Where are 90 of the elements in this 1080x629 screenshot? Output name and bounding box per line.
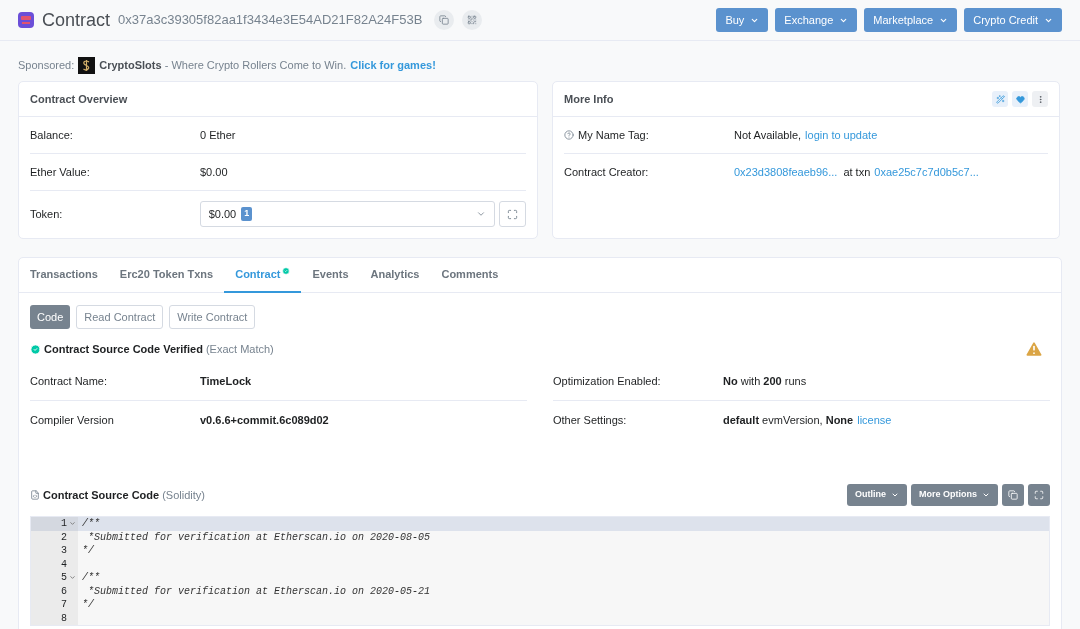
line-number: 2 xyxy=(61,530,67,544)
check-icon xyxy=(30,343,41,355)
contract-logo-icon xyxy=(18,12,34,28)
caret-icon xyxy=(891,491,899,499)
caret-icon xyxy=(476,209,487,219)
match-note: (Exact Match) xyxy=(205,341,274,357)
options-dropdown-button[interactable]: More Options xyxy=(911,484,998,506)
field-value: default evmVersion, None xyxy=(723,412,854,428)
field-label: Token: xyxy=(30,206,64,222)
login-link[interactable]: login to update xyxy=(805,126,878,144)
creator-address-link[interactable]: 0x23d3808feaeb96... xyxy=(734,164,838,181)
help-icon xyxy=(564,130,574,140)
card-title: More Info xyxy=(564,91,614,107)
menu-dropdown-button[interactable]: Crypto Credit xyxy=(964,8,1062,32)
token-count-badge: 1 xyxy=(241,207,253,221)
copy-icon xyxy=(1008,490,1018,500)
tab[interactable]: Analytics xyxy=(359,258,431,293)
code-view-tab[interactable]: Read Contract xyxy=(76,305,164,329)
code-line: /** xyxy=(81,571,100,585)
field-label: Contract Name: xyxy=(30,374,109,390)
code-view-tab[interactable]: Write Contract xyxy=(169,305,256,329)
tab[interactable]: Contract xyxy=(224,258,302,293)
options-dropdown-button[interactable]: Outline xyxy=(847,484,907,506)
source-title: Contract Source Code xyxy=(43,487,160,503)
line-number: 4 xyxy=(61,557,67,571)
line-number: 1 xyxy=(61,517,67,531)
field-value: $0.00 xyxy=(200,164,228,180)
tab[interactable]: Events xyxy=(301,258,360,293)
qr-code-button[interactable] xyxy=(462,10,483,30)
fold-icon[interactable] xyxy=(68,520,76,528)
line-number: 5 xyxy=(61,571,67,585)
contract-address: 0x37a3c39305f82aa1f3434e3E54AD21F82A24F53B xyxy=(118,11,423,30)
field-value: 0 Ether xyxy=(200,127,236,143)
favorite-button[interactable] xyxy=(1012,91,1028,107)
txn-label: at txn xyxy=(843,165,871,181)
field-label: Ether Value: xyxy=(30,164,91,180)
code-line: /** xyxy=(81,517,100,531)
line-number: 7 xyxy=(61,598,67,612)
sponsor-label: Sponsored: xyxy=(18,57,75,73)
expand-button[interactable] xyxy=(499,201,526,227)
page-title: Contract xyxy=(42,8,111,32)
code-line: */ xyxy=(81,598,94,612)
code-view-tab[interactable]: Code xyxy=(30,305,71,329)
tab[interactable]: Comments xyxy=(430,258,510,293)
code-line: */ xyxy=(81,544,94,558)
line-number: 8 xyxy=(61,611,67,625)
wand-icon xyxy=(995,94,1005,104)
warning-icon xyxy=(1024,339,1044,359)
field-value: No with 200 runs xyxy=(723,374,807,390)
fullscreen-icon xyxy=(1034,490,1044,500)
line-number: 6 xyxy=(61,584,67,598)
txn-hash-link[interactable]: 0xae25c7c7d0b5c7... xyxy=(874,164,979,181)
field-label: Balance: xyxy=(30,127,74,143)
dollar-logo-icon xyxy=(78,56,96,74)
field-value: v0.6.6+commit.6c089d02 xyxy=(200,412,329,428)
field-label: Other Settings: xyxy=(553,412,628,428)
caret-icon xyxy=(982,491,990,499)
copy-button[interactable] xyxy=(434,10,455,30)
sponsor-link[interactable]: Click for games! xyxy=(350,56,436,74)
copy-icon xyxy=(439,15,450,25)
menu-dropdown-button[interactable]: Exchange xyxy=(775,8,858,32)
card-title: Contract Overview xyxy=(30,91,128,107)
menu-dropdown-button[interactable]: Buy xyxy=(716,8,769,32)
field-label: My Name Tag: xyxy=(578,127,649,143)
heart-icon xyxy=(1015,94,1025,104)
menu-dropdown-button[interactable]: Marketplace xyxy=(864,8,958,32)
fullscreen-button[interactable] xyxy=(1028,484,1050,506)
expand-icon xyxy=(507,208,518,220)
magic-wand-button[interactable] xyxy=(992,91,1008,107)
sponsor-text: CryptoSlots - Where Crypto Rollers Come to Win. xyxy=(99,57,347,73)
language-note: (Solidity) xyxy=(162,487,205,503)
fold-icon[interactable] xyxy=(68,574,76,582)
more-button[interactable] xyxy=(1032,91,1048,107)
field-label: Contract Creator: xyxy=(564,165,650,181)
qr-code-icon xyxy=(467,15,478,25)
copy-source-button[interactable] xyxy=(1002,484,1024,506)
license-link[interactable]: license xyxy=(857,411,892,429)
code-line: *Submitted for verification at Etherscan.io on 2020-08-05 xyxy=(87,530,431,544)
field-value: TimeLock xyxy=(200,374,252,390)
line-number: 3 xyxy=(61,544,67,558)
field-value: Not Available, xyxy=(734,127,802,143)
tab[interactable]: Transactions xyxy=(19,258,109,293)
file-code-icon xyxy=(30,490,40,500)
field-label: Compiler Version xyxy=(30,412,115,428)
verified-title: Contract Source Code Verified xyxy=(44,341,203,357)
field-label: Optimization Enabled: xyxy=(553,374,662,390)
code-line: *Submitted for verification at Etherscan.io on 2020-05-21 xyxy=(87,584,431,598)
verified-icon xyxy=(282,266,291,275)
tab[interactable]: Erc20 Token Txns xyxy=(108,258,225,293)
token-dropdown[interactable]: $0.00 1 xyxy=(199,201,496,227)
